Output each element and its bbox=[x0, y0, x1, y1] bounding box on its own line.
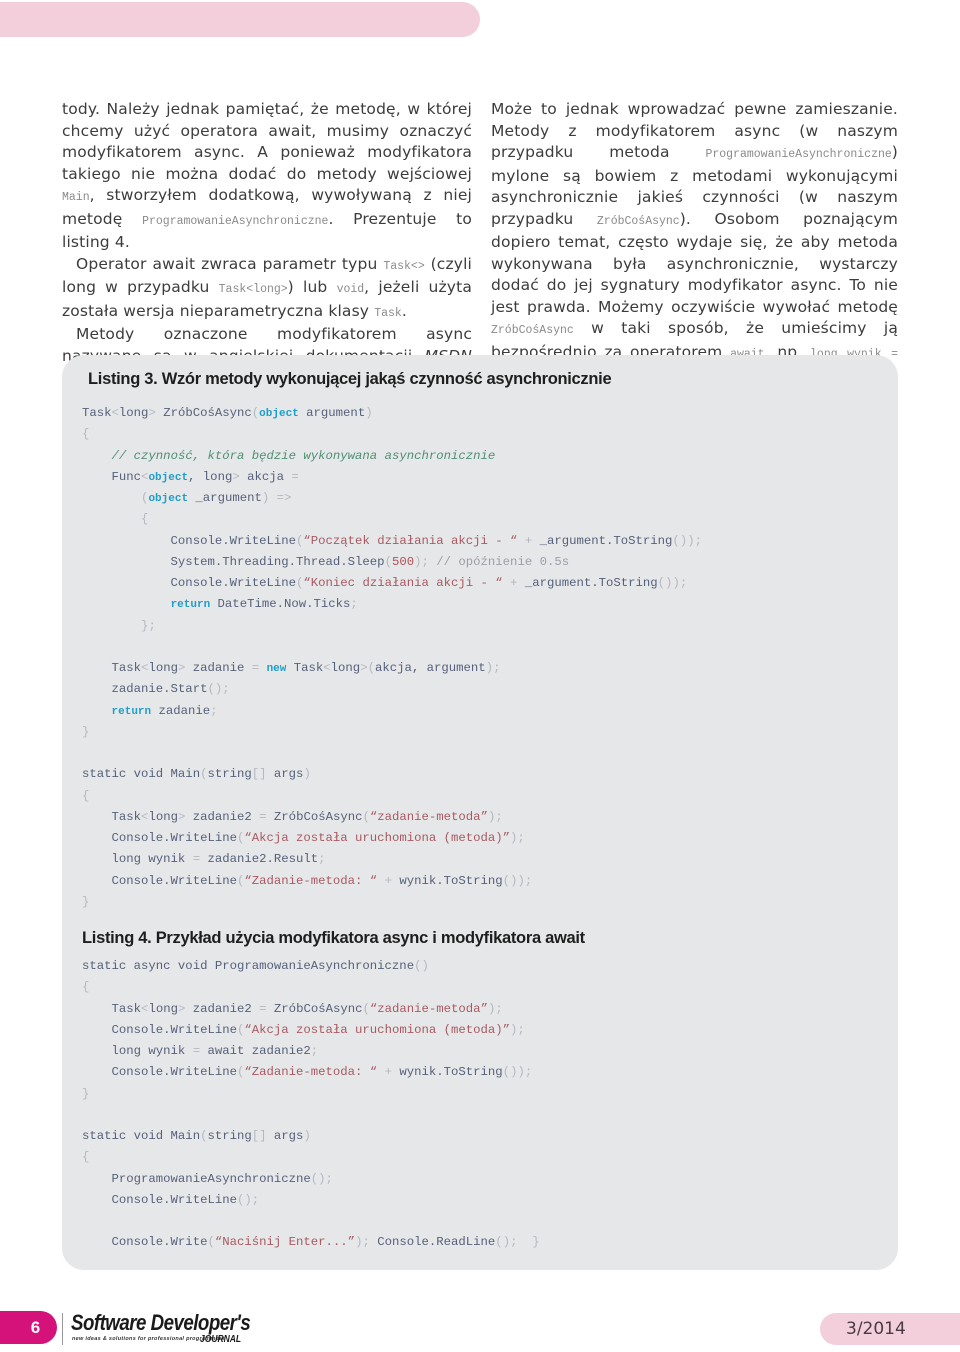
code-line: Task<long> ZróbCośAsync(object argument) bbox=[82, 406, 373, 420]
code-line: return DateTime.Now.Ticks; bbox=[170, 597, 358, 612]
inline-code: void bbox=[336, 283, 365, 296]
page-number-badge: 6 bbox=[0, 1311, 57, 1344]
code-line: Console.Write(“Naciśnij Enter...”); Cons… bbox=[82, 1235, 540, 1250]
code-line: }; bbox=[141, 618, 156, 633]
code-line: Console.WriteLine(“Zadanie-metoda: “ + w… bbox=[82, 1065, 533, 1080]
text: . bbox=[401, 301, 407, 320]
inline-code: ProgramowanieAsynchroniczne bbox=[705, 148, 892, 161]
code-line: static async void ProgramowanieAsynchron… bbox=[82, 959, 429, 973]
inline-code: ProgramowanieAsynchroniczne bbox=[142, 214, 329, 228]
code-line: Console.WriteLine(“Zadanie-metoda: “ + w… bbox=[82, 873, 533, 888]
code-line: static void Main(string[] args) bbox=[82, 767, 311, 782]
inline-code: ZróbCośAsync bbox=[596, 214, 680, 228]
code-line: Console.WriteLine(“Akcja została uruchom… bbox=[82, 831, 525, 845]
code-line: ProgramowanieAsynchroniczne(); bbox=[82, 1171, 333, 1186]
code-line: return zadanie; bbox=[111, 703, 218, 718]
listing-3-title: Listing 3. Wzór metody wykonującej jakąś… bbox=[88, 370, 612, 388]
code-line: { bbox=[82, 788, 90, 803]
magazine-logo-journal: JOURNAL bbox=[200, 1334, 242, 1345]
inline-code: Task<long> bbox=[218, 283, 288, 296]
code-line: } bbox=[82, 1086, 90, 1101]
code-line: Task<long> zadanie2 = ZróbCośAsync(“zada… bbox=[82, 1001, 503, 1016]
listings-box: Listing 3. Wzór metody wykonującej jakąś… bbox=[62, 355, 898, 1270]
code-line: (object _argument) => bbox=[141, 491, 292, 505]
article-left-column: tody. Należy jednak pamiętać, że metodę,… bbox=[62, 99, 472, 389]
code-line: Func<object, long> akcja = bbox=[82, 469, 299, 484]
text: tody. Należy jednak pamiętać, że metodę,… bbox=[62, 100, 472, 183]
code-line: { bbox=[82, 427, 90, 442]
listing-4-code: static async void ProgramowanieAsynchron… bbox=[82, 956, 540, 1254]
paragraph: Operator await zwraca parametr typu Task… bbox=[62, 254, 472, 325]
code-line: { bbox=[141, 512, 149, 527]
paragraph: tody. Należy jednak pamiętać, że metodę,… bbox=[62, 99, 472, 254]
code-line: Task<long> zadanie = new Task<long>(akcj… bbox=[82, 661, 501, 675]
code-line: } bbox=[82, 894, 90, 909]
text: Operator await zwraca parametr typu bbox=[76, 254, 384, 273]
article-right-column: Może to jednak wprowadzać pewne zamiesza… bbox=[491, 99, 898, 389]
text: ) lub bbox=[287, 278, 337, 296]
code-line: long wynik = zadanie2.Result; bbox=[82, 852, 326, 867]
code-line: { bbox=[82, 980, 90, 995]
code-line: // czynność, która będzie wykonywana asy… bbox=[111, 448, 496, 463]
code-line: Console.WriteLine(“Koniec działania akcj… bbox=[82, 576, 688, 590]
code-line: Console.WriteLine(); bbox=[82, 1192, 260, 1207]
inline-code: Task bbox=[374, 306, 402, 320]
issue-number: 3/2014 bbox=[820, 1313, 960, 1345]
code-line: Console.WriteLine(“Początek działania ak… bbox=[82, 533, 702, 548]
code-line: { bbox=[82, 1150, 90, 1165]
code-line: System.Threading.Thread.Sleep(500); // o… bbox=[82, 554, 570, 569]
inline-code: Main bbox=[62, 191, 90, 204]
magazine-logo: Software Developer's bbox=[71, 1310, 251, 1335]
code-line: long wynik = await zadanie2; bbox=[82, 1044, 319, 1058]
code-line: Console.WriteLine(“Akcja została uruchom… bbox=[82, 1022, 525, 1037]
footer-divider bbox=[62, 1313, 63, 1345]
listing-4-title: Listing 4. Przykład użycia modyfikatora … bbox=[82, 929, 585, 947]
paragraph: Może to jednak wprowadzać pewne zamiesza… bbox=[491, 99, 898, 389]
code-line: } bbox=[82, 724, 90, 739]
code-line: zadanie.Start(); bbox=[82, 682, 230, 697]
code-line: Task<long> zadanie2 = ZróbCośAsync(“zada… bbox=[82, 809, 503, 824]
listing-3-code: Task<long> ZróbCośAsync(object argument)… bbox=[82, 403, 702, 913]
inline-code: ZróbCośAsync bbox=[491, 324, 574, 337]
inline-code: Task<> bbox=[383, 259, 425, 273]
header-decoration-bar bbox=[0, 2, 480, 37]
code-line: static void Main(string[] args) bbox=[82, 1129, 311, 1143]
